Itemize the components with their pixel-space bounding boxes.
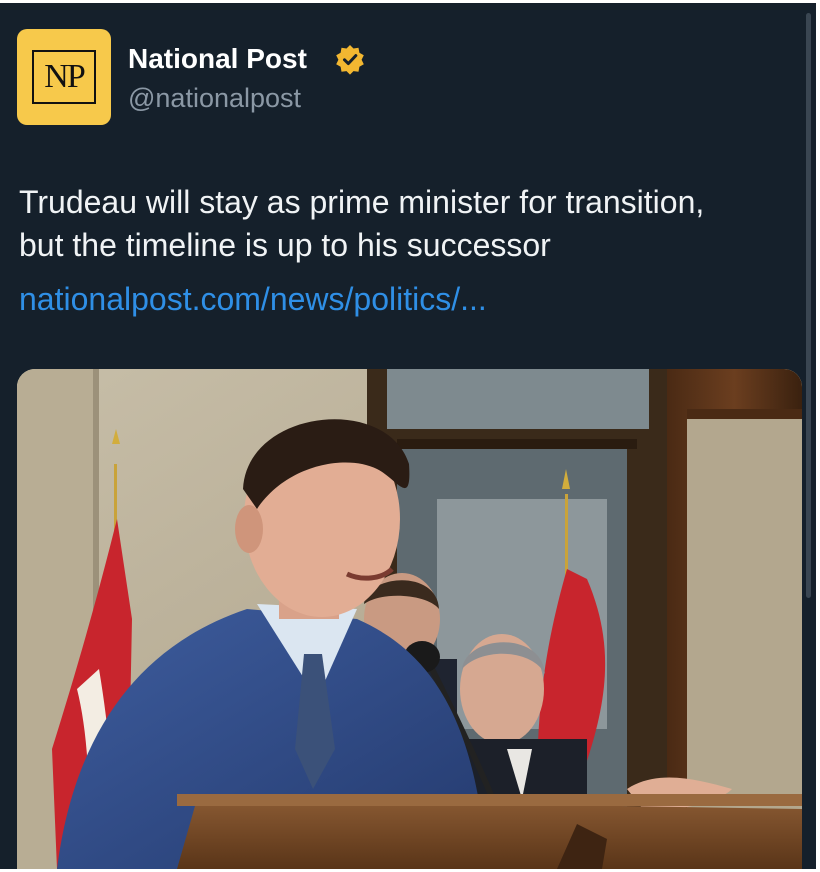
- avatar-logo-text: NP: [32, 50, 96, 104]
- tweet-card[interactable]: NP National Post @nationalpost Trudeau w…: [0, 3, 816, 869]
- tweet-text-line: but the timeline is up to his successor: [19, 227, 551, 263]
- scrollbar[interactable]: [806, 13, 811, 598]
- display-name[interactable]: National Post: [128, 43, 307, 75]
- tweet-photo[interactable]: [17, 369, 802, 869]
- tweet-text: Trudeau will stay as prime minister for …: [19, 181, 809, 267]
- press-conference-photo: [17, 369, 802, 869]
- screenshot-frame: NP National Post @nationalpost Trudeau w…: [0, 0, 820, 872]
- avatar[interactable]: NP: [17, 29, 111, 125]
- account-handle[interactable]: @nationalpost: [128, 83, 301, 114]
- verified-badge-icon: [336, 45, 364, 75]
- tweet-text-line: Trudeau will stay as prime minister for …: [19, 184, 705, 220]
- article-link[interactable]: nationalpost.com/news/politics/...: [19, 281, 487, 318]
